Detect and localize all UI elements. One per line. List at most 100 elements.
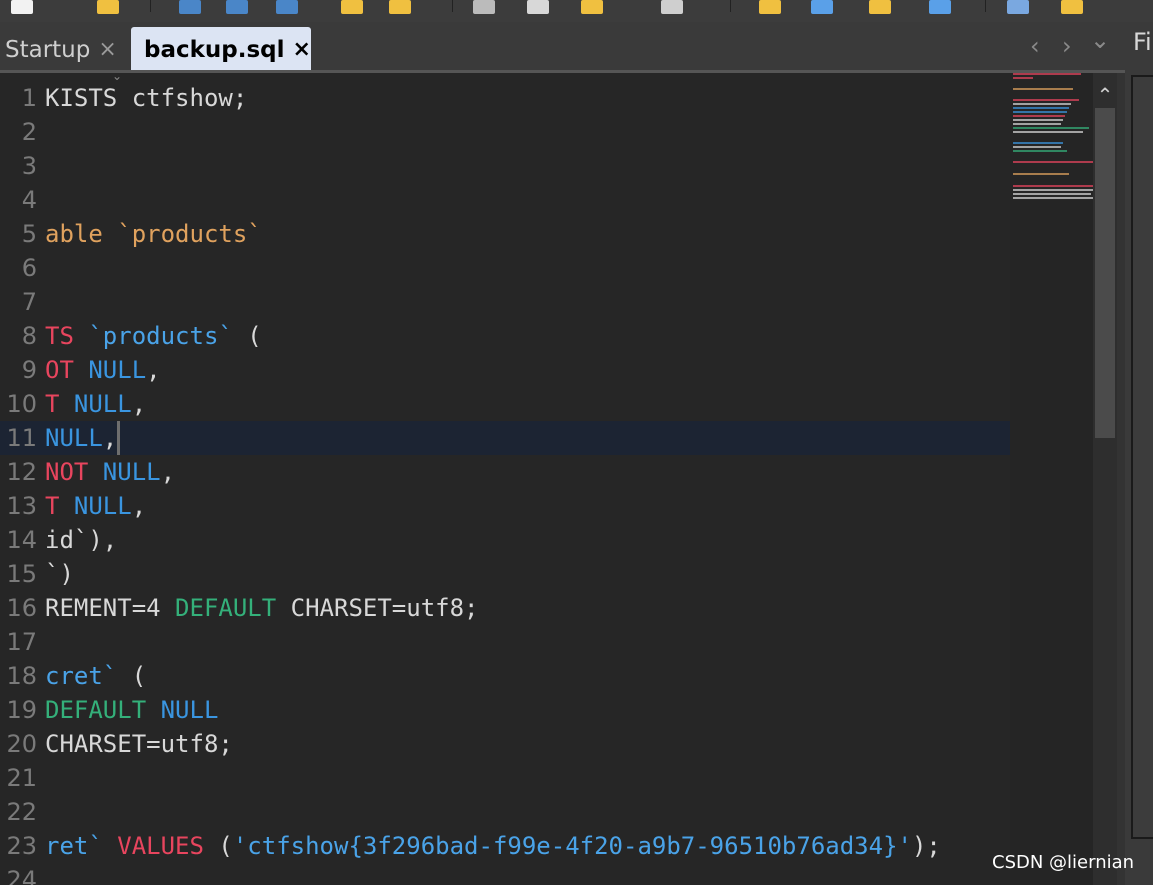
copy-file-icon[interactable] <box>339 0 365 14</box>
code-token: id`), <box>45 526 118 554</box>
scrollbar-thumb[interactable] <box>1095 108 1115 438</box>
code-token: NULL <box>102 458 161 486</box>
code-token: ); <box>911 832 941 860</box>
code-text: `) <box>45 557 74 591</box>
line-number: 16 <box>6 594 37 622</box>
chevron-left-icon[interactable]: ‹ <box>1030 32 1040 60</box>
new-file-icon[interactable] <box>9 0 35 14</box>
code-token: NULL <box>88 356 147 384</box>
code-line[interactable]: 18 cret` ( <box>0 659 1010 693</box>
toolbar-separator <box>150 0 151 12</box>
minimap-line <box>1013 119 1063 121</box>
code-line[interactable]: 13 T NULL, <box>0 489 1010 523</box>
save-all-icon[interactable] <box>274 0 300 14</box>
highlight-icon[interactable] <box>867 0 893 14</box>
code-text: REMENT=4 DEFAULT CHARSET=utf8; <box>45 591 479 625</box>
code-token: DEFAULT <box>45 696 161 724</box>
code-line[interactable]: 11 NULL, <box>0 421 1010 455</box>
watermark: CSDN @liernian <box>992 852 1135 873</box>
tab-backup-sql[interactable]: backup.sql × <box>131 27 311 72</box>
code-line[interactable]: 16 REMENT=4 DEFAULT CHARSET=utf8; <box>0 591 1010 625</box>
close-icon[interactable]: × <box>293 37 311 62</box>
panel-splitter[interactable] <box>1117 73 1125 885</box>
chevron-down-icon[interactable]: ⌄ <box>1090 26 1110 54</box>
pen-icon[interactable] <box>927 0 953 14</box>
code-line[interactable]: 21 <box>0 761 1010 795</box>
cut-icon[interactable] <box>471 0 497 14</box>
code-line[interactable]: 8 TS `products` ( <box>0 319 1010 353</box>
code-line[interactable]: 3 <box>0 149 1010 183</box>
code-line[interactable]: 10 T NULL, <box>0 387 1010 421</box>
code-token: KISTS ctfshow; <box>45 84 248 112</box>
code-text: T NULL, <box>45 489 146 523</box>
scroll-up-icon[interactable]: ⌃ <box>1093 85 1117 105</box>
line-number: 5 <box>21 220 37 248</box>
delete-icon[interactable] <box>659 0 685 14</box>
code-line[interactable]: 24 <box>0 863 1010 885</box>
font-icon[interactable] <box>809 0 835 14</box>
line-number: 15 <box>6 560 37 588</box>
paste-special-icon[interactable] <box>579 0 605 14</box>
edit-icon[interactable] <box>1005 0 1031 14</box>
code-token: NULL <box>73 492 132 520</box>
code-line[interactable]: 5 able `products` <box>0 217 1010 251</box>
code-line[interactable]: 22 <box>0 795 1010 829</box>
code-line[interactable]: 19 DEFAULT NULL <box>0 693 1010 727</box>
copy-icon[interactable] <box>525 0 551 14</box>
code-token: NULL <box>160 696 219 724</box>
code-text: cret` ( <box>45 659 146 693</box>
code-line[interactable]: 7 <box>0 285 1010 319</box>
code-token: TS <box>45 322 89 350</box>
code-line[interactable]: 9 OT NULL, <box>0 353 1010 387</box>
close-icon[interactable]: × <box>98 37 116 62</box>
code-line[interactable]: 14 id`), <box>0 523 1010 557</box>
code-line[interactable]: 23 ret` VALUES ('ctfshow{3f296bad-f99e-4f… <box>0 829 1010 863</box>
code-token: cret` <box>45 662 118 690</box>
minimap-line <box>1013 99 1079 101</box>
code-token: `products` <box>88 322 233 350</box>
minimap-line <box>1013 77 1033 79</box>
vertical-scrollbar[interactable]: ⌃ <box>1093 73 1117 885</box>
line-number: 2 <box>21 118 37 146</box>
code-line[interactable]: 12 NOT NULL, <box>0 455 1010 489</box>
code-line[interactable]: 20 CHARSET=utf8; <box>0 727 1010 761</box>
code-text: TS `products` ( <box>45 319 262 353</box>
code-line[interactable]: 15 `) <box>0 557 1010 591</box>
code-line[interactable]: 4 <box>0 183 1010 217</box>
code-line[interactable]: 17 <box>0 625 1010 659</box>
open-folder-icon[interactable] <box>95 0 121 14</box>
code-text: CHARSET=utf8; <box>45 727 233 761</box>
code-token: CHARSET=utf8; <box>45 730 233 758</box>
find-icon[interactable] <box>757 0 783 14</box>
minimap[interactable] <box>1010 73 1093 885</box>
code-token: NOT <box>45 458 103 486</box>
minimap-line <box>1013 127 1089 129</box>
code-token: NULL <box>45 424 103 452</box>
code-token: T <box>45 390 74 418</box>
code-line[interactable]: 2 <box>0 115 1010 149</box>
paste-icon[interactable] <box>387 0 413 14</box>
minimap-line <box>1013 150 1067 152</box>
tab-startup[interactable]: Startup × <box>0 27 122 72</box>
code-token: `) <box>45 560 74 588</box>
code-token: ( <box>117 662 147 690</box>
minimap-line <box>1013 189 1093 191</box>
save-as-icon[interactable] <box>224 0 250 14</box>
minimap-line <box>1013 161 1093 163</box>
code-token: , <box>131 492 147 520</box>
code-line[interactable]: 1 KISTS ctfshow; <box>0 81 1010 115</box>
tab-label: Startup <box>5 36 91 63</box>
line-number: 14 <box>6 526 37 554</box>
line-number: 20 <box>6 730 37 758</box>
code-line[interactable]: 6 <box>0 251 1010 285</box>
chevron-right-icon[interactable]: › <box>1062 32 1072 60</box>
code-token: NULL <box>73 390 132 418</box>
line-number: 10 <box>6 390 37 418</box>
code-token: ret` <box>45 832 103 860</box>
fold-marker-icon[interactable]: ⌄ <box>112 73 122 83</box>
code-editor[interactable]: 1 KISTS ctfshow; 2 3 4 5 able `products` 6 7 8 TS … <box>0 73 1010 885</box>
save-icon[interactable] <box>177 0 203 14</box>
line-number: 21 <box>6 764 37 792</box>
code-token: , <box>131 390 147 418</box>
comment-icon[interactable] <box>1059 0 1085 14</box>
